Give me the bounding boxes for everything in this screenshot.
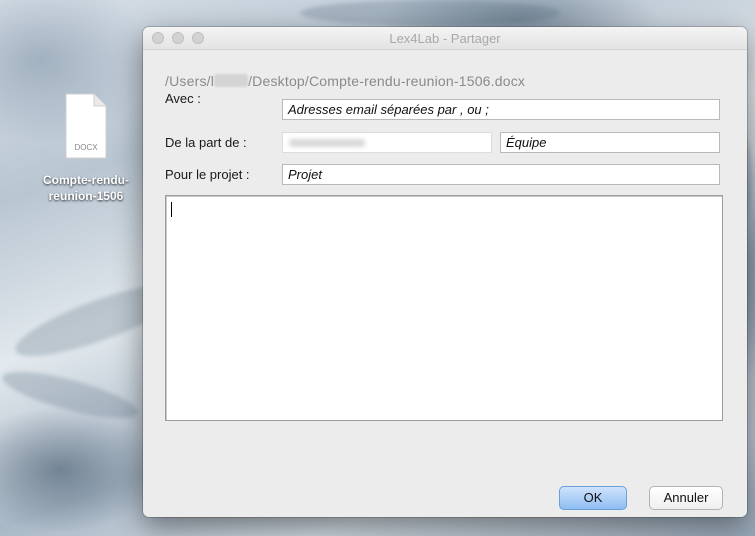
project-input[interactable]: Projet (282, 164, 720, 185)
window-title: Lex4Lab - Partager (389, 31, 501, 46)
redacted-sender-name (289, 139, 365, 147)
desktop-background: DOCX Compte-rendu- reunion-1506 Lex4Lab … (0, 0, 755, 536)
file-name-text: Compte-rendu- reunion-1506 (43, 173, 129, 203)
share-dialog: Lex4Lab - Partager /Users/l/Desktop/Comp… (143, 27, 747, 517)
file-path-prefix: /Users/l (165, 73, 215, 89)
redacted-username (214, 74, 249, 87)
sender-name-input[interactable] (282, 132, 492, 153)
document-icon: DOCX (65, 93, 107, 159)
title-bar[interactable]: Lex4Lab - Partager (143, 27, 747, 50)
team-input[interactable]: Équipe (500, 132, 720, 153)
background-ridge (300, 0, 560, 26)
avec-label: Avec : (165, 91, 201, 106)
background-ridge (0, 362, 142, 428)
project-label: Pour le projet : (165, 167, 250, 182)
ok-button[interactable]: OK (559, 486, 627, 510)
docx-file-icon[interactable]: DOCX (62, 90, 110, 162)
recipients-input[interactable]: Adresses email séparées par , ou ; (282, 99, 720, 120)
cancel-button[interactable]: Annuler (649, 486, 723, 510)
text-caret (171, 202, 172, 217)
file-name-label[interactable]: Compte-rendu- reunion-1506 (28, 172, 144, 204)
docx-badge: DOCX (74, 143, 98, 152)
file-path-suffix: /Desktop/Compte-rendu-reunion-1506.docx (248, 73, 526, 89)
message-textarea[interactable] (165, 195, 723, 421)
file-path: /Users/l/Desktop/Compte-rendu-reunion-15… (165, 73, 525, 89)
from-label: De la part de : (165, 135, 247, 150)
